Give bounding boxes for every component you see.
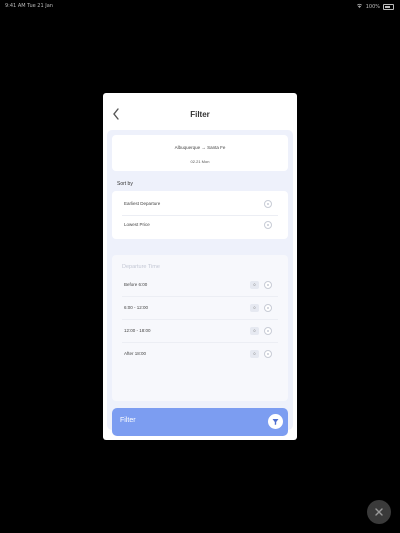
departure-option-6-12[interactable]: 6:00 - 12:00 0 xyxy=(122,301,278,317)
option-count: 0 xyxy=(250,281,259,289)
filter-icon xyxy=(268,414,283,429)
radio-icon[interactable] xyxy=(264,304,272,312)
status-bar: 9:41 AM Tue 21 Jan 100% xyxy=(0,0,400,12)
radio-icon[interactable] xyxy=(264,221,272,229)
option-label: Before 6:00 xyxy=(124,282,148,287)
departure-time-card: Departure Time Before 6:00 0 6:00 - 12:0… xyxy=(112,255,288,401)
modal-header: Filter xyxy=(103,93,297,133)
filter-modal: Filter Albuquerque → Santa Fe 02.21 Mon … xyxy=(103,93,297,440)
app-screen: 9:41 AM Tue 21 Jan 100% Filter Albuquerq… xyxy=(0,0,400,533)
radio-icon[interactable] xyxy=(264,281,272,289)
wifi-icon xyxy=(356,3,363,10)
divider xyxy=(122,215,278,216)
radio-icon[interactable] xyxy=(264,350,272,358)
collapse-icon[interactable] xyxy=(367,500,391,524)
option-label: Lowest Price xyxy=(124,222,150,227)
sort-option-earliest-departure[interactable]: Earliest Departure xyxy=(122,197,278,213)
sort-by-label: Sort by xyxy=(117,181,133,187)
filter-button[interactable]: Filter xyxy=(112,408,288,436)
route-line: Albuquerque → Santa Fe xyxy=(174,145,226,150)
status-right: 100% xyxy=(356,3,394,10)
departure-option-after-18[interactable]: After 18:00 0 xyxy=(122,347,278,363)
sort-options-card: Earliest Departure Lowest Price xyxy=(112,191,288,239)
status-date: Tue 21 Jan xyxy=(27,3,53,9)
status-time: 9:41 AM xyxy=(5,3,26,9)
departure-option-12-18[interactable]: 12:00 - 18:00 0 xyxy=(122,324,278,340)
filter-button-label: Filter xyxy=(120,417,136,424)
battery-icon xyxy=(383,3,394,10)
divider xyxy=(122,342,278,343)
departure-time-title: Departure Time xyxy=(122,264,160,270)
sort-option-lowest-price[interactable]: Lowest Price xyxy=(122,218,278,234)
modal-body: Albuquerque → Santa Fe 02.21 Mon Sort by… xyxy=(107,130,293,430)
option-label: 12:00 - 18:00 xyxy=(124,328,151,333)
divider xyxy=(122,296,278,297)
option-count: 0 xyxy=(250,350,259,358)
modal-title: Filter xyxy=(190,110,210,119)
radio-icon[interactable] xyxy=(264,200,272,208)
departure-option-before-6[interactable]: Before 6:00 0 xyxy=(122,278,278,294)
radio-icon[interactable] xyxy=(264,327,272,335)
option-count: 0 xyxy=(250,327,259,335)
option-label: Earliest Departure xyxy=(124,201,161,206)
option-label: After 18:00 xyxy=(124,351,147,356)
divider xyxy=(122,319,278,320)
status-battery-percent: 100% xyxy=(365,3,380,10)
option-label: 6:00 - 12:00 xyxy=(124,305,149,310)
status-left: 9:41 AM Tue 21 Jan xyxy=(5,3,53,9)
route-date: 02.21 Mon xyxy=(190,159,210,164)
route-card: Albuquerque → Santa Fe 02.21 Mon xyxy=(112,135,288,171)
option-count: 0 xyxy=(250,304,259,312)
